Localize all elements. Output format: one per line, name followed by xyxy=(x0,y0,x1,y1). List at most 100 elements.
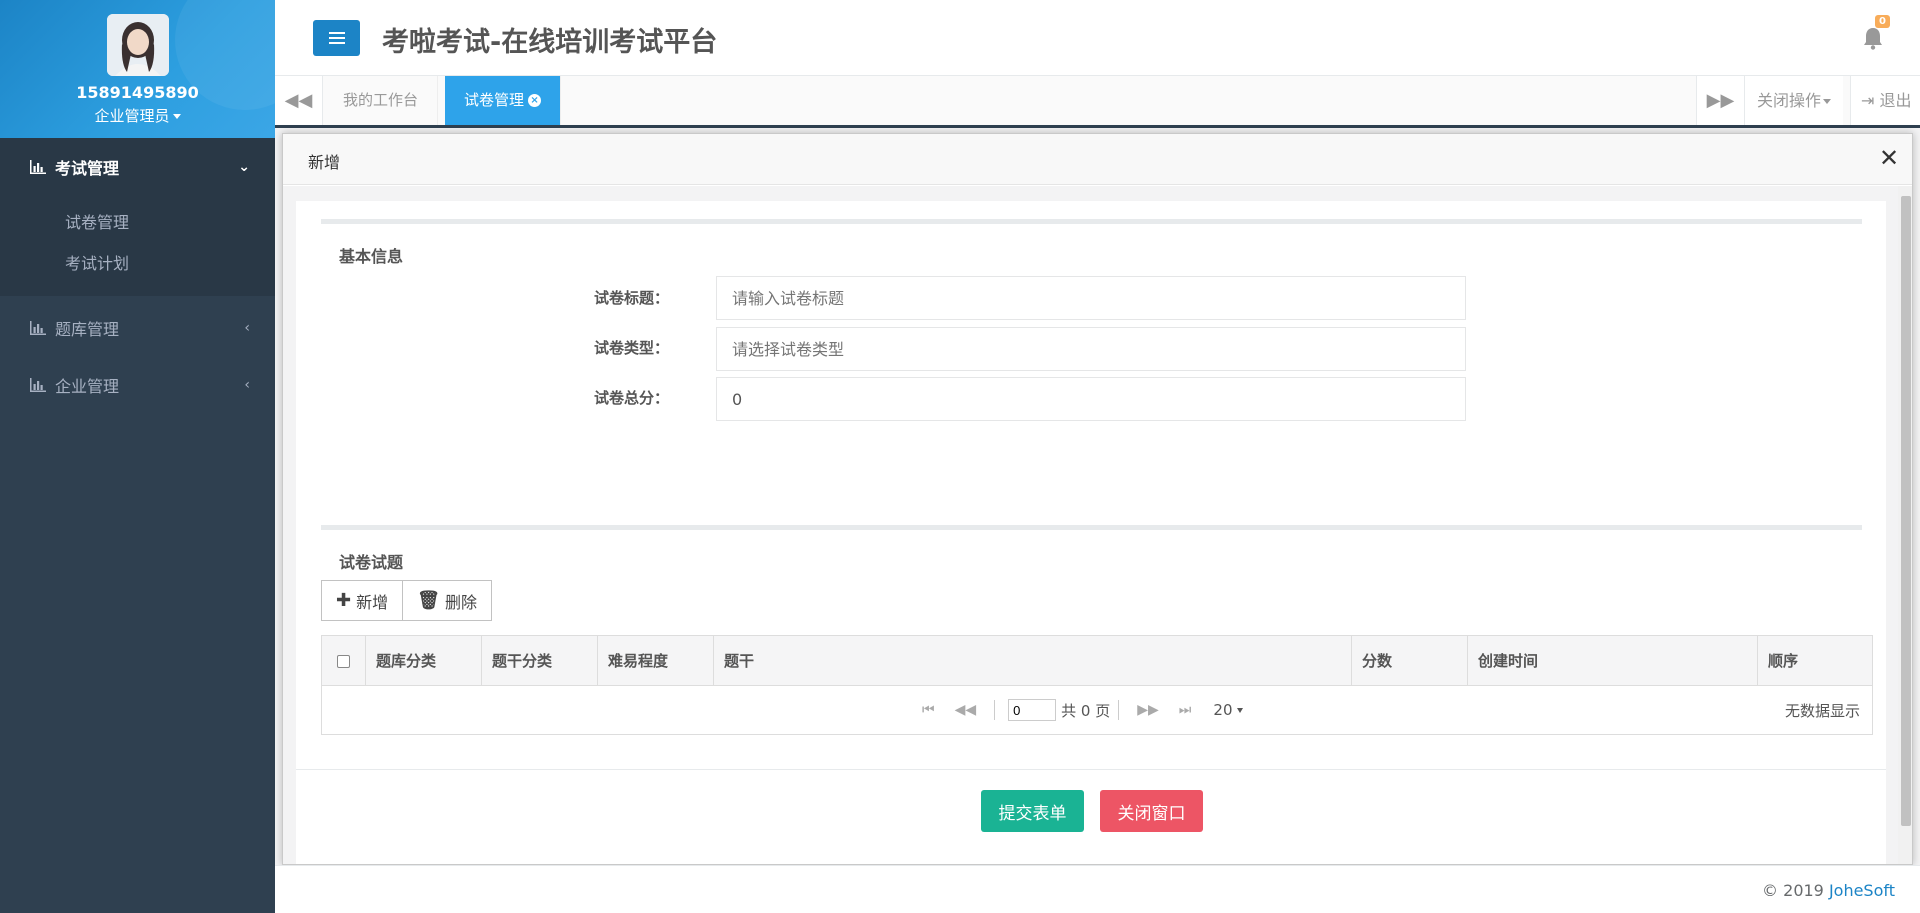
notification-badge: 0 xyxy=(1875,15,1890,28)
questions-panel: 试卷试题 ✚ 新增 🗑 删除 题库分类 题干分类 难易程度 题干 分数 创建时间 顺… xyxy=(296,507,1886,864)
caret-down-icon xyxy=(1823,99,1832,104)
chevron-down-icon: ⌄ xyxy=(238,159,250,175)
sidebar-item-label: 题库管理 xyxy=(55,319,120,339)
column-header-bank-category[interactable]: 题库分类 xyxy=(366,636,482,686)
bar-chart-icon xyxy=(30,160,46,174)
first-page-icon[interactable]: ⏮ xyxy=(922,702,935,718)
prev-page-icon[interactable]: ◀◀ xyxy=(955,702,977,718)
question-toolbar: ✚ 新增 🗑 删除 xyxy=(321,580,492,621)
page-size-select[interactable]: 20 xyxy=(1213,701,1243,719)
caret-down-icon xyxy=(172,114,181,119)
double-right-icon: ▶▶ xyxy=(1706,90,1735,111)
section-title: 试卷试题 xyxy=(339,553,404,572)
caret-down-icon xyxy=(1236,708,1243,713)
sidebar-item-exam-management[interactable]: 考试管理 ⌄ xyxy=(0,138,275,196)
role-dropdown[interactable]: 企业管理员 xyxy=(0,105,275,126)
modal-header: 新增 ✕ xyxy=(283,134,1912,185)
modal-body: 基本信息 试卷标题： 试卷类型： 试卷总分： 试卷试题 ✚新增 🗑删除 xyxy=(283,186,1898,864)
nav-group-exam: 考试管理 ⌄ 试卷管理 考试计划 xyxy=(0,138,275,296)
chevron-left-icon: ‹ xyxy=(244,319,250,336)
button-label: 删除 xyxy=(444,592,477,612)
scrollbar-thumb[interactable] xyxy=(1901,196,1911,826)
last-page-icon[interactable]: ⏭ xyxy=(1179,702,1192,718)
tabs-bar: ◀◀ 我的工作台 试卷管理 × ▶▶ 关闭操作 ⇥ 退出 xyxy=(275,76,1920,128)
chevron-left-icon: ‹ xyxy=(244,376,250,393)
logout-button[interactable]: ⇥ 退出 xyxy=(1850,76,1920,125)
bell-icon[interactable] xyxy=(1862,26,1884,50)
bar-chart-icon xyxy=(30,320,46,335)
add-paper-modal: 新增 ✕ 基本信息 试卷标题： 试卷类型： 试卷总分： 试卷试题 ✚新增 xyxy=(282,133,1913,865)
next-page-icon[interactable]: ▶▶ xyxy=(1137,702,1159,718)
total-pages-text: 共 0 页 xyxy=(1061,701,1111,720)
submenu-exam: 试卷管理 考试计划 xyxy=(0,196,275,296)
main-content: 新增 ✕ 基本信息 试卷标题： 试卷类型： 试卷总分： 试卷试题 ✚新增 xyxy=(275,128,1920,865)
pager-separator xyxy=(994,700,996,720)
table-header: 题库分类 题干分类 难易程度 题干 分数 创建时间 顺序 xyxy=(322,636,1872,686)
pager-separator xyxy=(1118,700,1120,720)
page-size-value: 20 xyxy=(1213,701,1233,719)
table-pager: ⏮ ◀◀ 共 0 页 ▶▶ ⏭ 20 无数据显示 xyxy=(322,686,1872,734)
copyright: © 2019 JoheSoft xyxy=(1762,881,1895,900)
modal-scrollbar[interactable] xyxy=(1898,186,1912,864)
tab-scroll-left-button[interactable]: ◀◀ xyxy=(275,76,323,125)
close-window-button[interactable]: 关闭窗口 xyxy=(1100,790,1203,832)
paper-title-input[interactable] xyxy=(716,276,1466,320)
page-number-input[interactable] xyxy=(1008,699,1057,721)
tab-paper-management[interactable]: 试卷管理 × xyxy=(445,76,562,125)
column-header-stem[interactable]: 题干 xyxy=(714,636,1352,686)
close-ops-label: 关闭操作 xyxy=(1757,91,1822,110)
logout-label: 退出 xyxy=(1879,91,1912,110)
role-label: 企业管理员 xyxy=(94,107,170,125)
pager-controls: ⏮ ◀◀ 共 0 页 ▶▶ ⏭ 20 xyxy=(912,699,1243,721)
column-header-created-time[interactable]: 创建时间 xyxy=(1468,636,1758,686)
brand-link[interactable]: JoheSoft xyxy=(1829,881,1895,900)
section-title: 基本信息 xyxy=(339,247,404,266)
tab-scroll-right-button[interactable]: ▶▶ xyxy=(1696,76,1744,125)
add-question-button[interactable]: ✚ 新增 xyxy=(321,580,404,621)
panel-divider xyxy=(321,219,1862,224)
column-header-score[interactable]: 分数 xyxy=(1352,636,1468,686)
button-label: 新增 xyxy=(356,592,389,612)
paper-total-score-input[interactable] xyxy=(716,377,1466,421)
sidebar-item-company-management[interactable]: 企业管理 ‹ xyxy=(0,356,275,413)
delete-question-button[interactable]: 🗑 删除 xyxy=(403,580,492,621)
select-all-checkbox[interactable] xyxy=(337,654,350,668)
paper-title-label: 试卷标题： xyxy=(594,289,670,307)
modal-title: 新增 xyxy=(308,153,341,172)
column-header-stem-category[interactable]: 题干分类 xyxy=(482,636,598,686)
close-icon[interactable]: ✕ xyxy=(1879,146,1899,170)
no-data-text: 无数据显示 xyxy=(1784,702,1860,720)
user-profile: 15891495890 企业管理员 xyxy=(0,0,275,138)
tab-workbench[interactable]: 我的工作台 xyxy=(324,76,439,125)
close-circle-icon[interactable]: × xyxy=(528,94,542,107)
column-header-order[interactable]: 顺序 xyxy=(1758,636,1872,686)
logout-icon: ⇥ xyxy=(1861,91,1875,110)
column-header-difficulty[interactable]: 难易程度 xyxy=(598,636,714,686)
close-operations-dropdown[interactable]: 关闭操作 xyxy=(1744,76,1844,125)
plus-icon: ✚ xyxy=(336,590,352,611)
double-left-icon: ◀◀ xyxy=(284,90,313,111)
trash-icon: 🗑 xyxy=(417,590,440,611)
page-footer: © 2019 JoheSoft xyxy=(275,865,1920,913)
bar-chart-icon xyxy=(30,377,46,392)
form-footer-divider xyxy=(296,769,1886,770)
sidebar-item-label: 企业管理 xyxy=(55,376,120,396)
tab-label: 试卷管理 xyxy=(464,91,525,109)
username: 15891495890 xyxy=(76,83,199,102)
hamburger-icon xyxy=(328,32,345,44)
tab-label: 我的工作台 xyxy=(343,91,419,109)
top-header: 考啦考试-在线培训考试平台 0 xyxy=(275,0,1920,76)
questions-table: 题库分类 题干分类 难易程度 题干 分数 创建时间 顺序 ⏮ ◀◀ 0 共 0 … xyxy=(321,635,1873,735)
sidebar-item-question-bank[interactable]: 题库管理 ‹ xyxy=(0,299,275,356)
submit-form-button[interactable]: 提交表单 xyxy=(981,790,1084,832)
avatar[interactable] xyxy=(106,14,169,76)
select-all-cell xyxy=(322,636,366,686)
sidebar-subitem-exam-plan[interactable]: 考试计划 xyxy=(0,243,275,284)
paper-type-select[interactable] xyxy=(716,327,1466,371)
app-title: 考啦考试-在线培训考试平台 xyxy=(382,27,718,58)
sidebar-subitem-paper-management[interactable]: 试卷管理 xyxy=(0,202,275,243)
basic-info-panel: 基本信息 试卷标题： 试卷类型： 试卷总分： xyxy=(296,201,1886,507)
menu-toggle-button[interactable] xyxy=(313,20,360,56)
copyright-text: © 2019 xyxy=(1762,881,1829,900)
panel-divider xyxy=(321,525,1862,530)
